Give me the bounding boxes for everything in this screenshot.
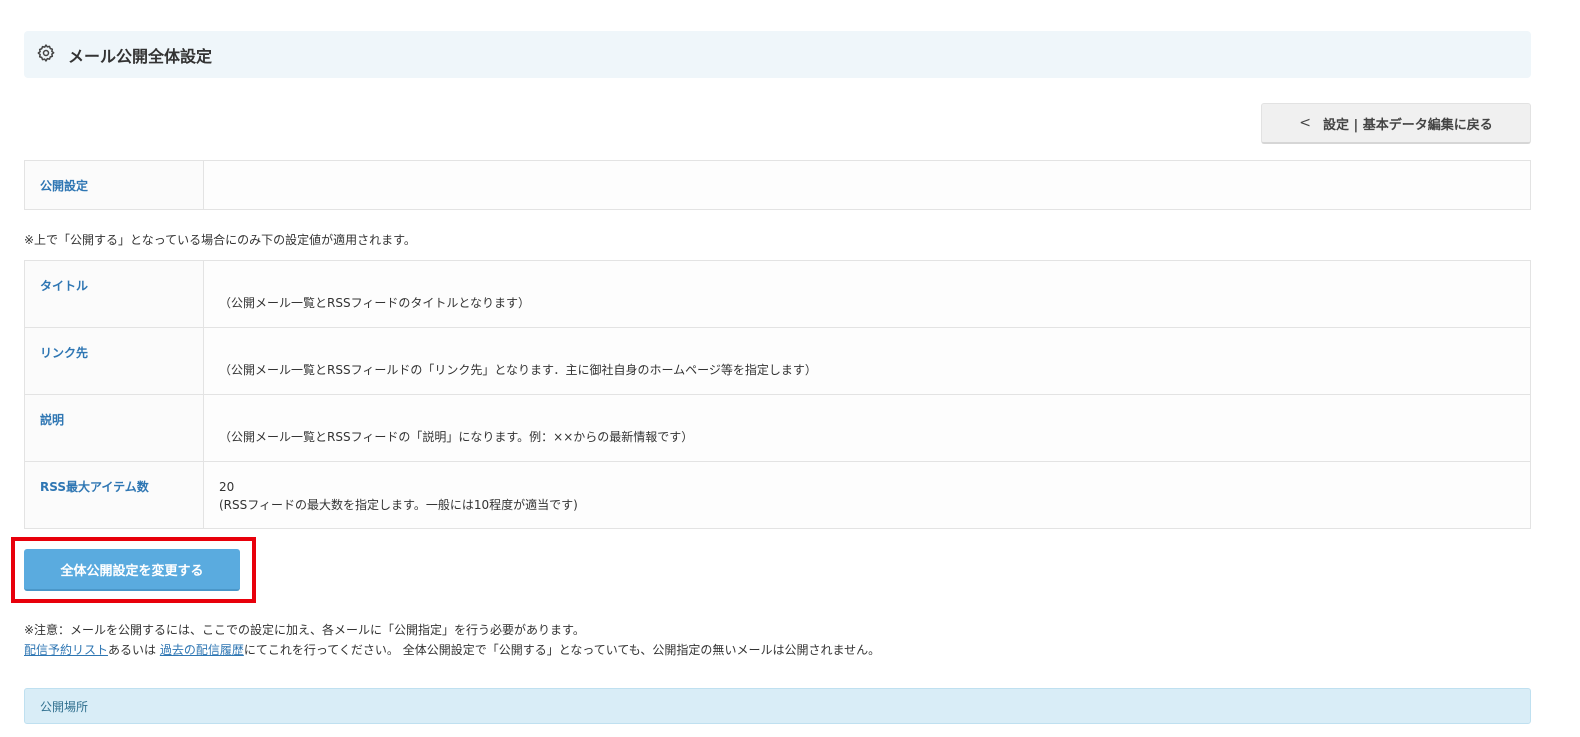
- submit-highlight-box: 全体公開設定を変更する: [11, 537, 256, 603]
- publish-setting-label: 公開設定: [24, 160, 204, 210]
- title-label: タイトル: [40, 279, 89, 293]
- table-row-link: リンク先 （公開メール一覧とRSSフィールドの「リンク先」となります．主に御社自…: [24, 327, 1531, 395]
- page-header: メール公開全体設定: [24, 31, 1531, 78]
- back-to-settings-button[interactable]: < 設定 | 基本データ編集に戻る: [1261, 103, 1531, 144]
- rss-max-value[interactable]: 20: [219, 462, 1530, 495]
- back-button-label: 設定 | 基本データ編集に戻る: [1322, 117, 1493, 133]
- table-row-rss-max: RSS最大アイテム数 20 (RSSフィードの最大数を指定します。一般には10程…: [24, 461, 1531, 529]
- description-hint: （公開メール一覧とRSSフィードの「説明」になります。例：××からの最新情報です…: [219, 430, 694, 444]
- note-bottom-line1: ※注意：メールを公開するには、ここでの設定に加え、各メールに「公開指定」を行う必…: [24, 623, 585, 637]
- section-header-publish-location: 公開場所: [24, 688, 1531, 724]
- change-settings-button[interactable]: 全体公開設定を変更する: [24, 549, 240, 591]
- note-bottom: ※注意：メールを公開するには、ここでの設定に加え、各メールに「公開指定」を行う必…: [24, 620, 880, 660]
- link-label: リンク先: [40, 346, 89, 360]
- note-bottom-line2: 配信予約リストあるいは 過去の配信履歴にてこれを行ってください。 全体公開設定で…: [24, 643, 881, 657]
- delivery-schedule-link[interactable]: 配信予約リスト: [24, 643, 108, 657]
- description-label: 説明: [40, 413, 65, 427]
- gear-icon: [36, 43, 56, 66]
- rss-max-hint: (RSSフィードの最大数を指定します。一般には10程度が適当です): [219, 498, 578, 512]
- publish-setting-value[interactable]: [203, 160, 1531, 210]
- publish-setting-table: 公開設定: [24, 160, 1531, 210]
- settings-table: タイトル （公開メール一覧とRSSフィードのタイトルとなります） リンク先 （公…: [24, 260, 1531, 529]
- chevron-left-icon: <: [1299, 115, 1311, 131]
- page-title: メール公開全体設定: [68, 46, 213, 66]
- table-row: 公開設定: [24, 160, 1531, 210]
- table-row-description: 説明 （公開メール一覧とRSSフィードの「説明」になります。例：××からの最新情…: [24, 394, 1531, 462]
- note-top: ※上で「公開する」となっている場合にのみ下の設定値が適用されます。: [24, 233, 416, 247]
- link-hint: （公開メール一覧とRSSフィールドの「リンク先」となります．主に御社自身のホーム…: [219, 363, 817, 377]
- delivery-history-link[interactable]: 過去の配信履歴: [160, 643, 244, 657]
- section-title: 公開場所: [40, 699, 89, 714]
- table-row-title: タイトル （公開メール一覧とRSSフィードのタイトルとなります）: [24, 260, 1531, 328]
- title-hint: （公開メール一覧とRSSフィードのタイトルとなります）: [219, 296, 530, 310]
- rss-max-label: RSS最大アイテム数: [40, 480, 149, 494]
